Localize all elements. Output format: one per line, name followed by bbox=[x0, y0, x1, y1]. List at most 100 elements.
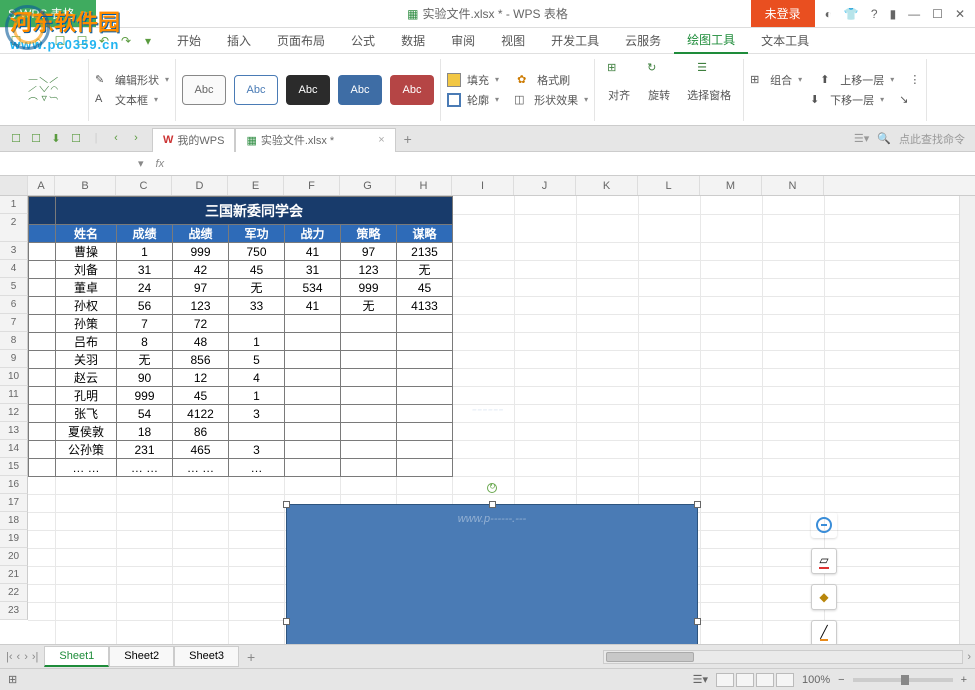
zoom-out-button[interactable]: − bbox=[838, 674, 844, 686]
rotate-handle[interactable] bbox=[487, 483, 497, 493]
help-icon[interactable]: ? bbox=[871, 7, 878, 21]
table-cell[interactable]: 刘备 bbox=[56, 261, 117, 279]
row-header-22[interactable]: 22 bbox=[0, 584, 28, 602]
table-cell[interactable] bbox=[341, 459, 397, 477]
table-cell[interactable]: 86 bbox=[173, 423, 229, 441]
shape-style-1[interactable]: Abc bbox=[182, 75, 226, 105]
table-cell[interactable]: 31 bbox=[285, 261, 341, 279]
table-cell[interactable]: 999 bbox=[117, 387, 173, 405]
maximize-button[interactable]: ☐ bbox=[932, 7, 943, 21]
table-cell[interactable] bbox=[285, 405, 341, 423]
table-cell[interactable]: 48 bbox=[173, 333, 229, 351]
scroll-right-icon[interactable]: › bbox=[963, 651, 975, 663]
zoom-value[interactable]: 100% bbox=[802, 674, 830, 686]
col-header-B[interactable]: B bbox=[55, 176, 116, 195]
table-cell[interactable]: … … bbox=[173, 459, 229, 477]
resize-handle-r[interactable] bbox=[694, 618, 701, 625]
more-icon[interactable]: ↘ bbox=[899, 93, 908, 106]
table-cell[interactable]: 7 bbox=[117, 315, 173, 333]
table-cell[interactable]: 无 bbox=[117, 351, 173, 369]
table-cell[interactable]: 856 bbox=[173, 351, 229, 369]
close-tab-icon[interactable]: × bbox=[378, 134, 384, 146]
sheet-tab-Sheet1[interactable]: Sheet1 bbox=[44, 646, 109, 667]
search-icon[interactable]: 🔍 bbox=[877, 132, 891, 145]
add-tab-button[interactable]: + bbox=[396, 131, 420, 147]
col-header-M[interactable]: M bbox=[700, 176, 762, 195]
table-cell[interactable] bbox=[397, 369, 453, 387]
row-header-6[interactable]: 6 bbox=[0, 296, 28, 314]
table-cell[interactable] bbox=[341, 441, 397, 459]
table-cell[interactable]: 999 bbox=[173, 243, 229, 261]
login-button[interactable]: 未登录 bbox=[751, 0, 815, 27]
shape-style-3[interactable]: Abc bbox=[286, 75, 330, 105]
menu-item-开发工具[interactable]: 开发工具 bbox=[538, 28, 612, 54]
skin-icon[interactable]: ◐ bbox=[825, 7, 832, 21]
menu-item-文本工具[interactable]: 文本工具 bbox=[748, 28, 822, 54]
open-icon[interactable]: ☐ bbox=[28, 132, 44, 145]
save2-icon[interactable]: ⬇ bbox=[48, 132, 64, 145]
select-pane-button[interactable]: ☰选择窗格 bbox=[681, 61, 737, 119]
bar-icon[interactable]: ▮ bbox=[890, 7, 897, 21]
table-cell[interactable]: 42 bbox=[173, 261, 229, 279]
float-outline-button[interactable]: ╱ bbox=[811, 620, 837, 644]
sheet-nav-next[interactable]: › bbox=[24, 651, 28, 663]
worksheet-settings-icon[interactable]: ⊞ bbox=[8, 673, 17, 686]
table-cell[interactable] bbox=[285, 333, 341, 351]
row-header-9[interactable]: 9 bbox=[0, 350, 28, 368]
close-button[interactable]: ✕ bbox=[955, 7, 965, 21]
table-cell[interactable]: 12 bbox=[173, 369, 229, 387]
resize-handle-tr[interactable] bbox=[694, 501, 701, 508]
table-cell[interactable]: 夏侯敦 bbox=[56, 423, 117, 441]
table-cell[interactable]: 56 bbox=[117, 297, 173, 315]
shape-gallery[interactable] bbox=[6, 59, 89, 121]
table-cell[interactable]: 吕布 bbox=[56, 333, 117, 351]
row-header-23[interactable]: 23 bbox=[0, 602, 28, 620]
row-header-13[interactable]: 13 bbox=[0, 422, 28, 440]
row-header-21[interactable]: 21 bbox=[0, 566, 28, 584]
table-cell[interactable]: 4122 bbox=[173, 405, 229, 423]
table-cell[interactable]: 无 bbox=[229, 279, 285, 297]
table-cell[interactable]: 465 bbox=[173, 441, 229, 459]
table-cell[interactable]: 孙权 bbox=[56, 297, 117, 315]
table-cell[interactable]: … … bbox=[117, 459, 173, 477]
outline-button[interactable]: 轮廓▾ ◫形状效果▾ bbox=[447, 92, 588, 108]
col-header-L[interactable]: L bbox=[638, 176, 700, 195]
col-header-E[interactable]: E bbox=[228, 176, 284, 195]
menu-item-数据[interactable]: 数据 bbox=[388, 28, 438, 54]
rotate-button[interactable]: ↻旋转 bbox=[641, 61, 677, 119]
snap-icon[interactable]: ⋮ bbox=[909, 73, 920, 86]
view-pagebreak-button[interactable] bbox=[736, 673, 754, 687]
table-cell[interactable]: 4133 bbox=[397, 297, 453, 315]
table-cell[interactable]: 41 bbox=[285, 243, 341, 261]
float-delete-button[interactable] bbox=[811, 512, 837, 538]
search-prompt[interactable]: 点此查找命令 bbox=[899, 131, 965, 147]
table-cell[interactable]: 8 bbox=[117, 333, 173, 351]
undo-icon[interactable]: ↶ bbox=[96, 34, 112, 48]
table-cell[interactable]: 1 bbox=[229, 387, 285, 405]
table-cell[interactable]: 999 bbox=[341, 279, 397, 297]
table-cell[interactable] bbox=[285, 315, 341, 333]
menu-item-插入[interactable]: 插入 bbox=[214, 28, 264, 54]
table-cell[interactable]: … … bbox=[56, 459, 117, 477]
shape-style-2[interactable]: Abc bbox=[234, 75, 278, 105]
table-cell[interactable] bbox=[397, 333, 453, 351]
send-backward-button[interactable]: ⬇下移一层▾ ↘ bbox=[750, 92, 920, 108]
table-cell[interactable]: 公孙策 bbox=[56, 441, 117, 459]
row-header-8[interactable]: 8 bbox=[0, 332, 28, 350]
table-cell[interactable]: 孔明 bbox=[56, 387, 117, 405]
tab-mywps[interactable]: W我的WPS bbox=[152, 128, 235, 152]
table-cell[interactable] bbox=[341, 423, 397, 441]
spreadsheet-grid[interactable]: ABCDEFGHIJKLMN 1234567891011121314151617… bbox=[0, 176, 975, 644]
col-header-I[interactable]: I bbox=[452, 176, 514, 195]
row-header-17[interactable]: 17 bbox=[0, 494, 28, 512]
table-cell[interactable]: 无 bbox=[341, 297, 397, 315]
row-header-3[interactable]: 3 bbox=[0, 242, 28, 260]
table-cell[interactable]: 3 bbox=[229, 441, 285, 459]
col-header-D[interactable]: D bbox=[172, 176, 228, 195]
menu-item-审阅[interactable]: 审阅 bbox=[438, 28, 488, 54]
new-icon[interactable]: ☐ bbox=[8, 132, 24, 145]
nav-left-icon[interactable]: ‹ bbox=[108, 132, 124, 145]
row-header-5[interactable]: 5 bbox=[0, 278, 28, 296]
col-header-H[interactable]: H bbox=[396, 176, 452, 195]
col-header-G[interactable]: G bbox=[340, 176, 396, 195]
